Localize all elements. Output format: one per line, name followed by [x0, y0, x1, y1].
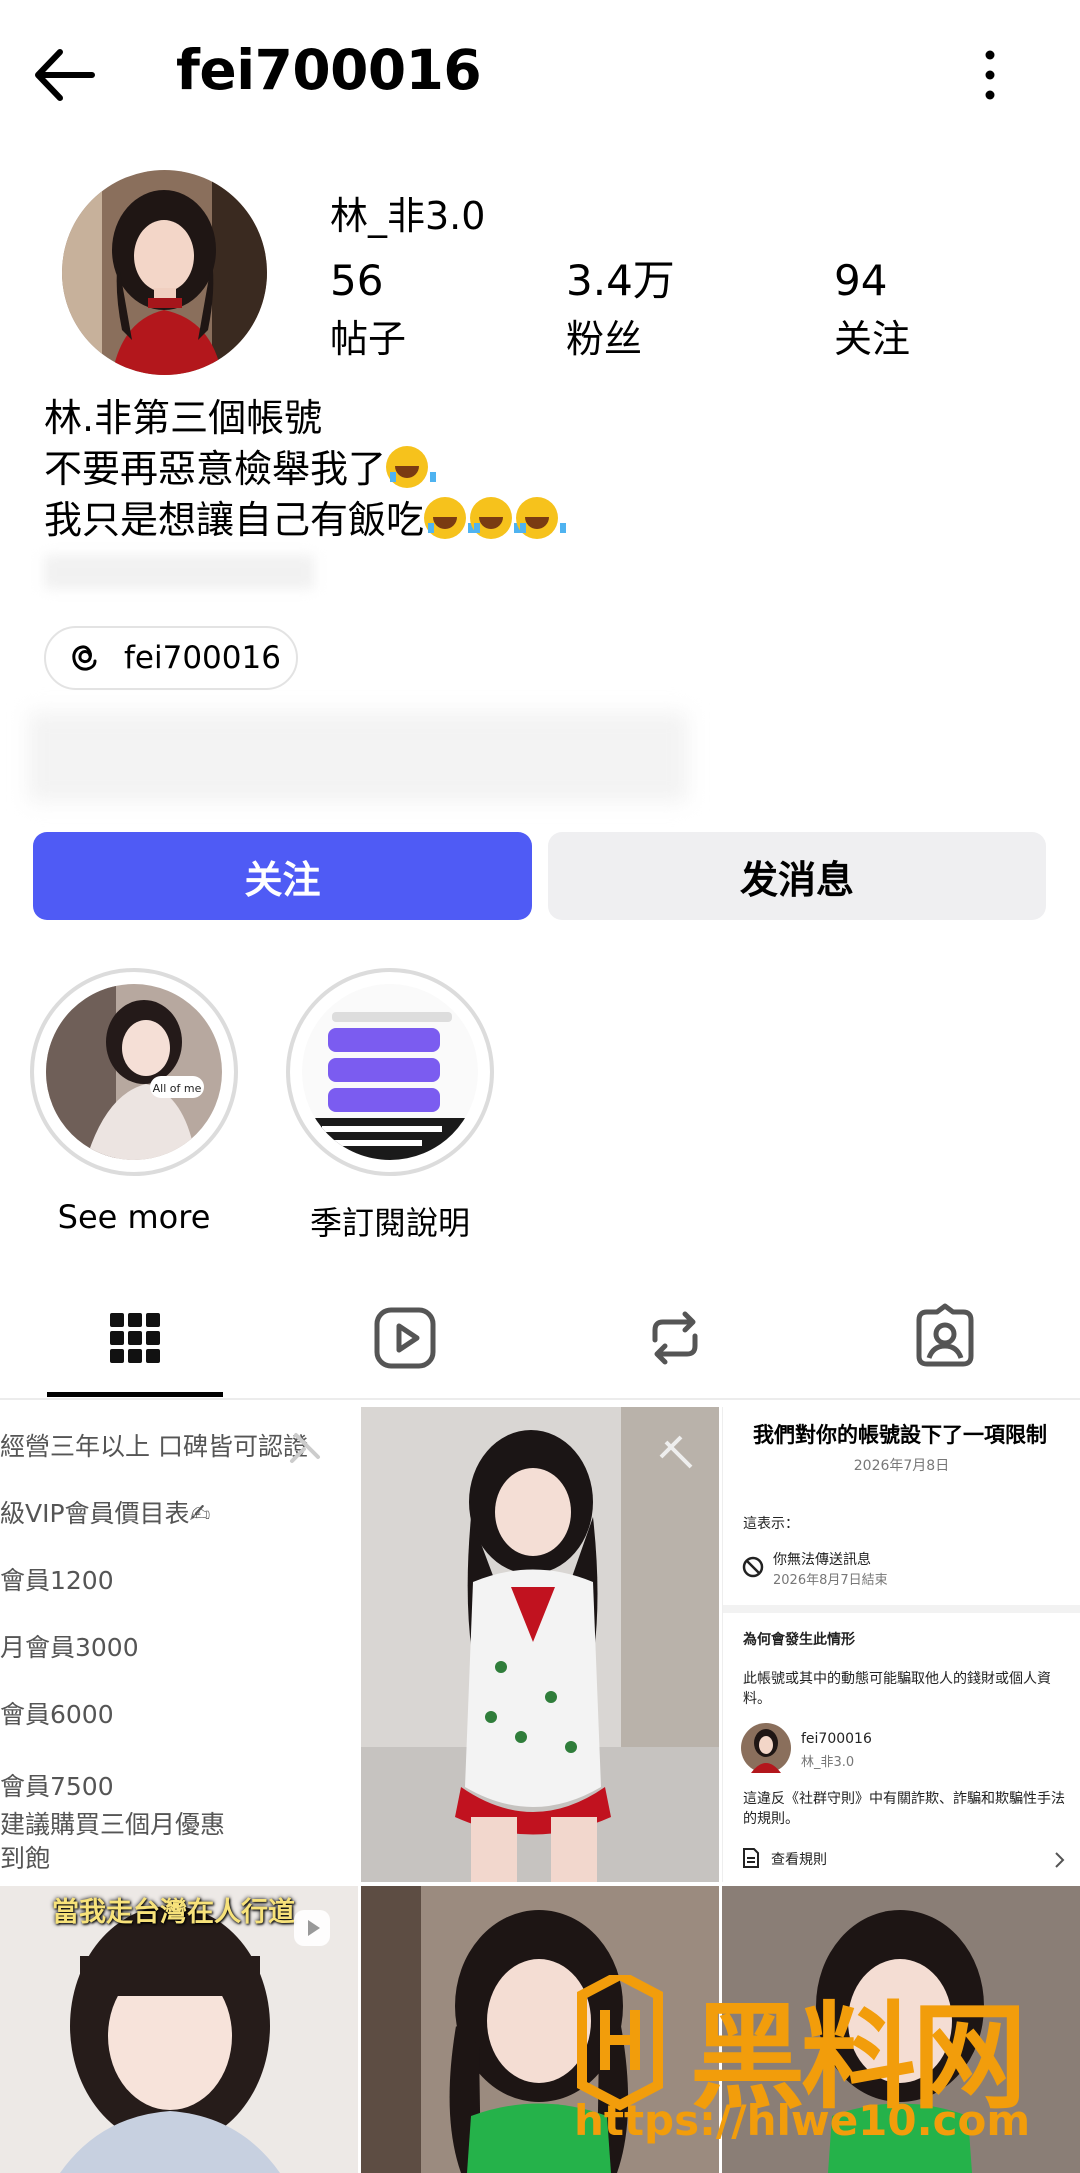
following-label: 关注: [834, 317, 911, 362]
blurred-text: [44, 555, 314, 589]
followers-count: 3.4万: [566, 256, 675, 305]
notice-text: 此帳號或其中的動態可能騙取他人的錢財或個人資料。: [743, 1671, 1051, 1707]
back-arrow-icon[interactable]: [30, 40, 100, 110]
pin-icon: [290, 1433, 320, 1463]
posts-label: 帖子: [330, 317, 407, 362]
tab-reels-icon[interactable]: [365, 1298, 445, 1378]
crying-emoji-icon: [424, 497, 475, 539]
post-text: 級VIP會員價目表✍: [0, 1499, 211, 1528]
followers-stat[interactable]: 3.4万 粉丝: [566, 256, 675, 363]
highlight-label: 季訂閱說明: [309, 1204, 470, 1242]
view-rules-link[interactable]: 查看規則: [771, 1849, 827, 1869]
notice-text: 你無法傳送訊息: [773, 1552, 871, 1568]
account-avatar: [741, 1723, 791, 1773]
post-text: 會員6000: [0, 1700, 114, 1729]
notice-text: 2026年8月7日結束: [773, 1573, 888, 1588]
post-text: 建議購買三個月優惠: [0, 1810, 226, 1839]
highlight-ring: [286, 968, 494, 1176]
active-tab-indicator: [47, 1392, 223, 1397]
grid-post-video[interactable]: 當我走台灣在人行道: [0, 1886, 358, 2173]
post-photo: [361, 1407, 719, 1882]
message-button[interactable]: 发消息: [548, 832, 1046, 920]
post-text: 會員7500: [0, 1772, 114, 1801]
crying-emoji-icon: [386, 446, 437, 488]
document-icon: [743, 1848, 759, 1868]
notice-date: 2026年7月8日: [853, 1458, 950, 1474]
bio-line: 我只是想讓自己有飯吃: [44, 495, 567, 546]
followers-label: 粉丝: [566, 317, 643, 362]
threads-icon: [72, 645, 97, 671]
highlight-ring: All of me: [30, 968, 238, 1176]
bio-line: 林.非第三個帳號: [44, 396, 323, 440]
sticker-text: All of me: [153, 1082, 202, 1095]
video-caption: 當我走台灣在人行道: [52, 1897, 295, 1928]
post-text: 會員1200: [0, 1566, 114, 1595]
notice-text: 林_非3.0: [801, 1755, 855, 1770]
bio-line: 不要再惡意檢舉我了: [44, 444, 562, 495]
chevron-right-icon: [1055, 1852, 1065, 1868]
threads-handle: fei700016: [124, 640, 281, 676]
display-name: 林_非3.0: [330, 194, 486, 238]
highlight-cover: [302, 984, 478, 1160]
highlight-cover: All of me: [46, 984, 222, 1160]
threads-link[interactable]: fei700016: [44, 626, 298, 690]
avatar[interactable]: [62, 170, 267, 375]
top-bar: fei700016: [0, 0, 1080, 150]
crying-emoji-icon: [470, 497, 521, 539]
tab-tagged-icon[interactable]: [905, 1298, 985, 1378]
following-count: 94: [834, 256, 888, 305]
notice-text: fei700016: [801, 1731, 872, 1747]
blurred-text: [28, 712, 688, 802]
grid-post-restriction-notice[interactable]: 我們對你的帳號設下了一項限制 2026年7月8日 這表示： 你無法傳送訊息 20…: [722, 1407, 1080, 1882]
notice-text: 這表示：: [743, 1516, 799, 1532]
grid-post-photo[interactable]: [361, 1407, 719, 1882]
highlight-label: See more: [57, 1198, 211, 1236]
posts-count: 56: [330, 256, 384, 305]
notice-title: 我們對你的帳號設下了一項限制: [753, 1423, 1047, 1447]
watermark-url: https://hlwe10.com: [574, 2096, 1031, 2145]
tab-grid-icon[interactable]: [95, 1298, 175, 1378]
reel-icon: [294, 1910, 330, 1946]
grid-post-price-list[interactable]: 經營三年以上 口碑皆可認證 級VIP會員價目表✍ 會員1200 月會員3000 …: [0, 1407, 358, 1882]
more-options-icon[interactable]: [970, 45, 1010, 105]
notice-text: 這違反《社群守則》中有關詐欺、詐騙和欺騙性手法的規則。: [743, 1791, 1065, 1827]
follow-button[interactable]: 关注: [33, 832, 532, 920]
highlight-subscription[interactable]: 季訂閱說明: [286, 968, 494, 1244]
notice-text: 為何會發生此情形: [743, 1632, 855, 1648]
post-text: 經營三年以上 口碑皆可認證: [0, 1432, 308, 1461]
post-text: 到飽: [0, 1844, 51, 1873]
block-icon: [742, 1556, 764, 1578]
post-text: 月會員3000: [0, 1633, 139, 1662]
posts-stat[interactable]: 56 帖子: [330, 256, 407, 363]
following-stat[interactable]: 94 关注: [834, 256, 911, 363]
avatar-photo: [62, 170, 267, 375]
highlight-see-more[interactable]: All of me See more: [30, 968, 238, 1236]
crying-emoji-icon: [516, 497, 567, 539]
profile-tabs: [0, 1290, 1080, 1400]
tab-reposts-icon[interactable]: [635, 1298, 715, 1378]
bio: 林.非第三個帳號 不要再惡意檢舉我了 我只是想讓自己有飯吃: [44, 393, 567, 546]
page-title: fei700016: [176, 38, 482, 102]
